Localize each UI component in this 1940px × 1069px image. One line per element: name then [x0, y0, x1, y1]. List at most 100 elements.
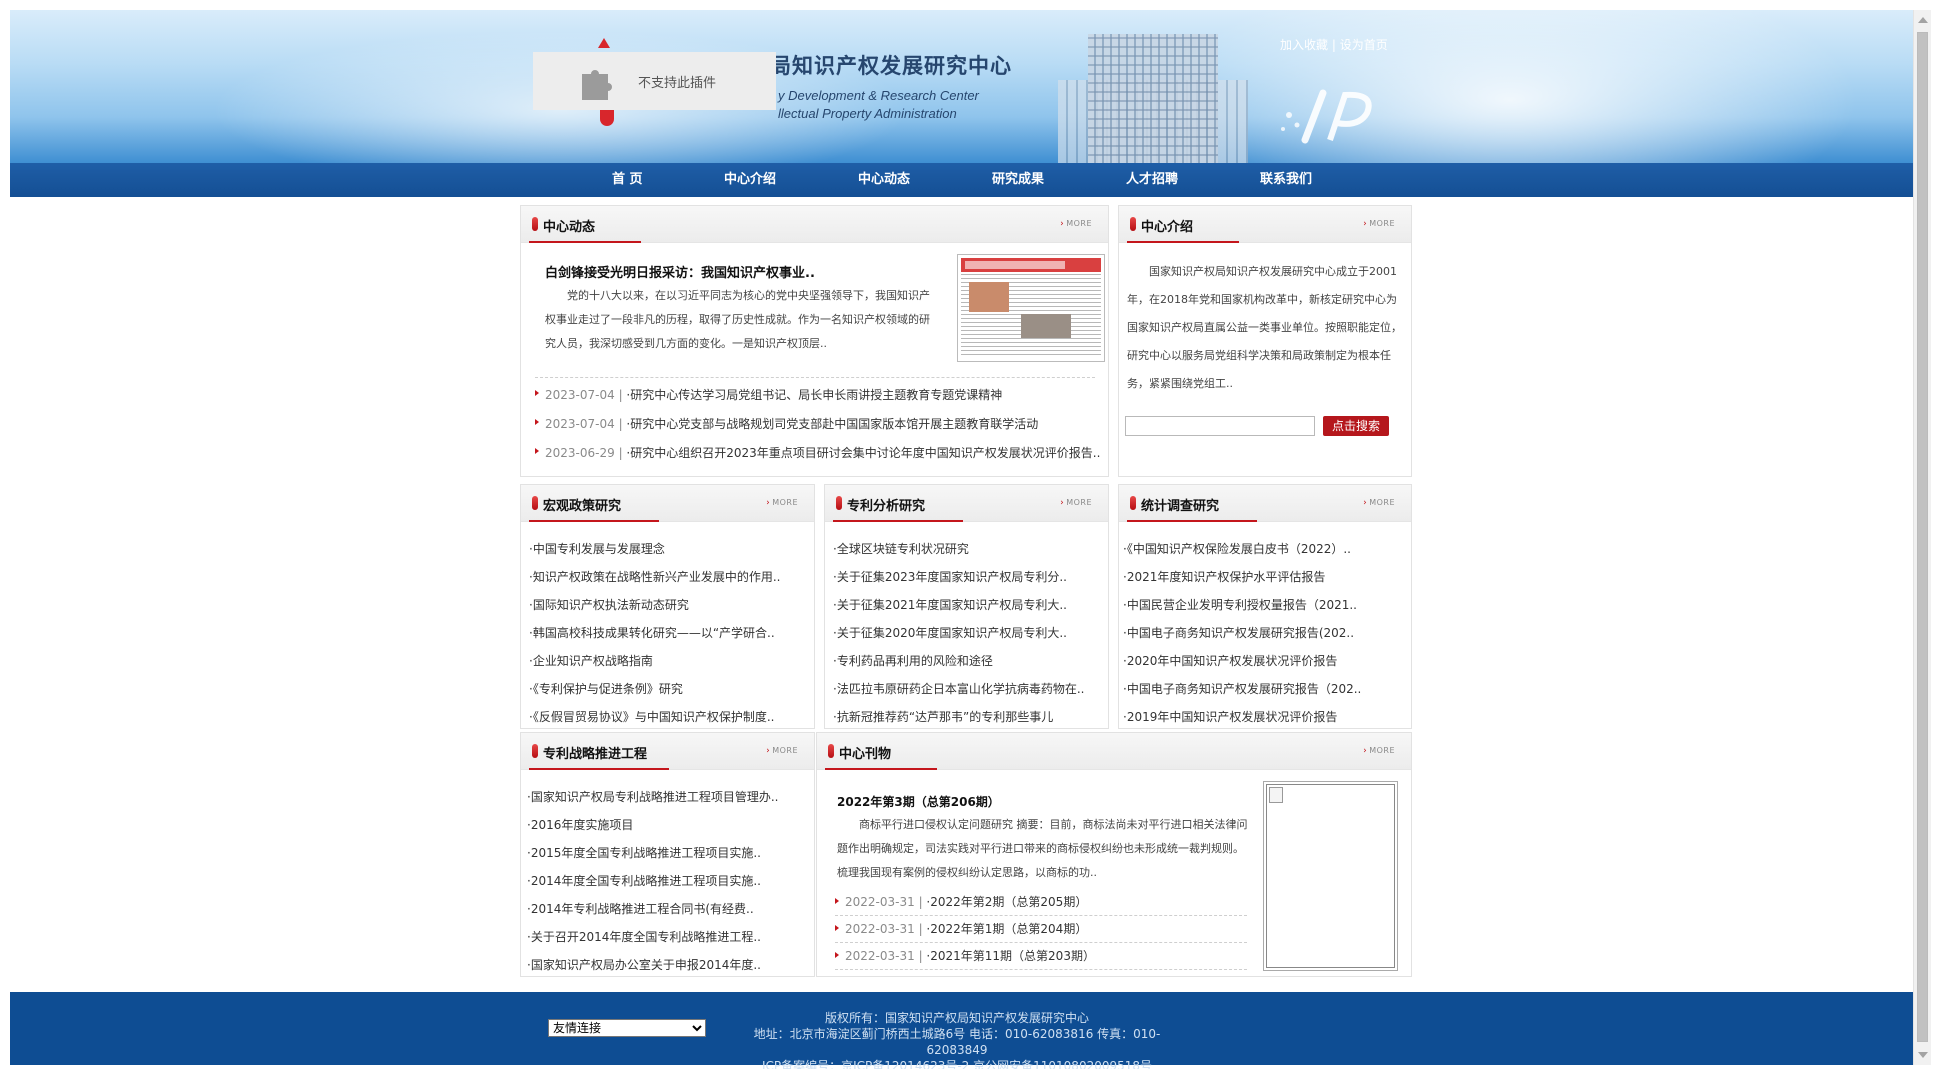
section-marker-icon — [532, 496, 538, 510]
list-item[interactable]: ·2014年专利战略推进工程合同书(有经费.. — [527, 895, 809, 923]
nav-news[interactable]: 中心动态 — [858, 163, 910, 197]
more-link[interactable]: MORE — [1060, 498, 1092, 508]
list-item[interactable]: ·企业知识产权战略指南 — [529, 647, 809, 675]
scroll-up-icon[interactable] — [1918, 17, 1928, 23]
patent-strategy-list: ·国家知识产权局专利战略推进工程项目管理办.. ·2016年度实施项目 ·201… — [527, 783, 809, 979]
stats-survey-list: ·《中国知识产权保险发展白皮书（2022）.. ·2021年度知识产权保护水平评… — [1123, 535, 1407, 731]
vertical-scrollbar[interactable] — [1913, 10, 1931, 1065]
unsupported-plugin-placeholder: 不支持此插件 — [533, 52, 776, 110]
center-news-list: 2023-07-04 | ·研究中心传达学习局党组书记、局长申长雨讲授主题教育专… — [535, 381, 1100, 468]
list-item[interactable]: ·全球区块链专利状况研究 — [833, 535, 1103, 563]
center-intro-panel: 中心介绍 MORE 国家知识产权局知识产权发展研究中心成立于2001年，在201… — [1118, 205, 1412, 477]
ip-logo-icon — [1275, 85, 1385, 145]
list-item[interactable]: ·抗新冠推荐药“达芦那韦”的专利那些事儿 — [833, 703, 1103, 731]
patent-analysis-panel: 专利分析研究 MORE ·全球区块链专利状况研究 ·关于征集2023年度国家知识… — [824, 484, 1109, 729]
footer-copyright: 版权所有：国家知识产权局知识产权发展研究中心 — [824, 1011, 1089, 1025]
nav-home[interactable]: 首 页 — [612, 163, 643, 197]
more-link[interactable]: MORE — [766, 746, 798, 756]
list-item[interactable]: ·中国电子商务知识产权发展研究报告(202.. — [1123, 619, 1407, 647]
list-item[interactable]: ·专利药品再利用的风险和途径 — [833, 647, 1103, 675]
list-item[interactable]: ·2020年中国知识产权发展状况评价报告 — [1123, 647, 1407, 675]
nav-jobs[interactable]: 人才招聘 — [1126, 163, 1178, 197]
footer-icp[interactable]: ICP备案编号：京ICP备12014623号-2 京公网安备1101080200… — [742, 1058, 1172, 1069]
site-title-cn: 局知识产权发展研究中心 — [770, 54, 1012, 78]
section-marker-icon — [532, 217, 538, 231]
header-banner: 局知识产权发展研究中心 y Development & Research Cen… — [10, 10, 1913, 163]
nav-about[interactable]: 中心介绍 — [724, 163, 776, 197]
list-item[interactable]: ·中国专利发展与发展理念 — [529, 535, 809, 563]
set-homepage-link[interactable]: 设为首页 — [1340, 38, 1388, 52]
section-title: 宏观政策研究 — [543, 499, 622, 514]
more-link[interactable]: MORE — [1363, 746, 1395, 756]
more-link[interactable]: MORE — [766, 498, 798, 508]
list-item[interactable]: 2023-06-29 | ·研究中心组织召开2023年重点项目研讨会集中讨论年度… — [535, 439, 1100, 468]
emblem-shield-icon — [600, 110, 614, 126]
list-item[interactable]: ·国家知识产权局专利战略推进工程项目管理办.. — [527, 783, 809, 811]
section-title: 统计调查研究 — [1141, 499, 1220, 514]
list-item[interactable]: ·2021年度知识产权保护水平评估报告 — [1123, 563, 1407, 591]
nav-research[interactable]: 研究成果 — [992, 163, 1044, 197]
top-links: 加入收藏 | 设为首页 — [1280, 36, 1388, 53]
list-item[interactable]: ·关于征集2020年度国家知识产权局专利大.. — [833, 619, 1103, 647]
list-item[interactable]: ·知识产权政策在战略性新兴产业发展中的作用.. — [529, 563, 809, 591]
section-title: 专利战略推进工程 — [543, 747, 648, 762]
more-link[interactable]: MORE — [1060, 219, 1092, 229]
footer-address: 地址：北京市海淀区蓟门桥西土城路6号 电话：010-62083816 传真：01… — [753, 1027, 1161, 1057]
journal-cover-image[interactable] — [1263, 781, 1398, 971]
feature-news-thumbnail[interactable] — [957, 254, 1105, 362]
section-title: 中心介绍 — [1141, 220, 1194, 235]
list-item[interactable]: ·国家知识产权局办公室关于申报2014年度.. — [527, 951, 809, 979]
emblem-star-icon — [598, 38, 610, 48]
footer-info: 版权所有：国家知识产权局知识产权发展研究中心 地址：北京市海淀区蓟门桥西土城路6… — [742, 1010, 1172, 1069]
list-item[interactable]: 2022-03-31 | ·2022年第2期（总第205期） — [835, 889, 1247, 916]
list-item[interactable]: ·中国民营企业发明专利授权量报告（2021.. — [1123, 591, 1407, 619]
list-item[interactable]: ·关于征集2021年度国家知识产权局专利大.. — [833, 591, 1103, 619]
list-item[interactable]: 2023-07-04 | ·研究中心传达学习局党组书记、局长申长雨讲授主题教育专… — [535, 381, 1100, 410]
section-title: 中心动态 — [543, 220, 596, 235]
list-item[interactable]: ·《专利保护与促进条例》研究 — [529, 675, 809, 703]
list-item[interactable]: ·2015年度全国专利战略推进工程项目实施.. — [527, 839, 809, 867]
patent-strategy-panel: 专利战略推进工程 MORE ·国家知识产权局专利战略推进工程项目管理办.. ·2… — [520, 732, 815, 977]
list-item[interactable]: ·2014年度全国专利战略推进工程项目实施.. — [527, 867, 809, 895]
list-item[interactable]: 2023-07-04 | ·研究中心党支部与战略规划司党支部赴中国国家版本馆开展… — [535, 410, 1100, 439]
list-item[interactable]: 2022-03-31 | ·2021年第11期（总第203期） — [835, 943, 1247, 970]
list-item[interactable]: ·2016年度实施项目 — [527, 811, 809, 839]
stats-survey-panel: 统计调查研究 MORE ·《中国知识产权保险发展白皮书（2022）.. ·202… — [1118, 484, 1412, 729]
page: 局知识产权发展研究中心 y Development & Research Cen… — [10, 10, 1913, 1069]
list-item[interactable]: 2022-03-31 | ·2022年第1期（总第204期） — [835, 916, 1247, 943]
scroll-down-icon[interactable] — [1918, 1052, 1928, 1058]
search-input[interactable] — [1125, 416, 1315, 436]
list-item[interactable]: ·关于征集2023年度国家知识产权局专利分.. — [833, 563, 1103, 591]
intro-text: 国家知识产权局知识产权发展研究中心成立于2001年，在2018年党和国家机构改革… — [1127, 265, 1402, 390]
section-marker-icon — [1130, 217, 1136, 231]
center-news-panel: 中心动态 MORE 白剑锋接受光明日报采访：我国知识产权事业.. 党的十八大以来… — [520, 205, 1109, 477]
list-item[interactable]: ·中国电子商务知识产权发展研究报告（202.. — [1123, 675, 1407, 703]
list-item[interactable]: ·关于召开2014年度全国专利战略推进工程.. — [527, 923, 809, 951]
journal-feature-summary: 商标平行进口侵权认定问题研究 摘要：目前，商标法尚未对平行进口相关法律问题作出明… — [837, 818, 1248, 879]
section-marker-icon — [532, 744, 538, 758]
more-link[interactable]: MORE — [1363, 219, 1395, 229]
list-item[interactable]: ·国际知识产权执法新动态研究 — [529, 591, 809, 619]
nav-contact[interactable]: 联系我们 — [1260, 163, 1312, 197]
journal-panel: 中心刊物 MORE 2022年第3期（总第206期） 商标平行进口侵权认定问题研… — [816, 732, 1412, 977]
list-item[interactable]: ·《中国知识产权保险发展白皮书（2022）.. — [1123, 535, 1407, 563]
search-button[interactable]: 点击搜索 — [1323, 416, 1389, 436]
scrollbar-thumb[interactable] — [1917, 32, 1928, 1042]
list-item[interactable]: ·法匹拉韦原研药企日本富山化学抗病毒药物在.. — [833, 675, 1103, 703]
journal-feature-title[interactable]: 2022年第3期（总第206期） — [837, 793, 1000, 810]
list-item[interactable]: ·《反假冒贸易协议》与中国知识产权保护制度.. — [529, 703, 809, 731]
section-title: 中心刊物 — [839, 747, 892, 762]
site-title-en-line2: llectual Property Administration — [778, 106, 957, 121]
journal-list: 2022-03-31 | ·2022年第2期（总第205期） 2022-03-3… — [835, 889, 1247, 970]
more-link[interactable]: MORE — [1363, 498, 1395, 508]
list-item[interactable]: ·2019年中国知识产权发展状况评价报告 — [1123, 703, 1407, 731]
feature-news-title[interactable]: 白剑锋接受光明日报采访：我国知识产权事业.. — [545, 262, 815, 281]
feature-news-summary: 党的十八大以来，在以习近平同志为核心的党中央坚强领导下，我国知识产权事业走过了一… — [545, 289, 930, 350]
macro-policy-panel: 宏观政策研究 MORE ·中国专利发展与发展理念 ·知识产权政策在战略性新兴产业… — [520, 484, 815, 729]
list-item[interactable]: ·韩国高校科技成果转化研究——以“产学研合.. — [529, 619, 809, 647]
patent-analysis-list: ·全球区块链专利状况研究 ·关于征集2023年度国家知识产权局专利分.. ·关于… — [833, 535, 1103, 731]
puzzle-piece-icon — [582, 70, 612, 100]
plugin-message: 不支持此插件 — [638, 76, 717, 91]
friend-links-select[interactable]: 友情连接 — [548, 1019, 706, 1037]
add-bookmark-link[interactable]: 加入收藏 — [1280, 38, 1328, 52]
